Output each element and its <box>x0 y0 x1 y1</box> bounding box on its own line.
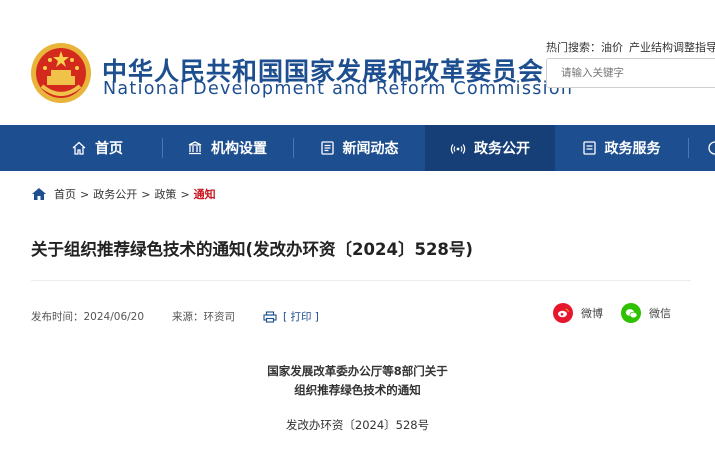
nav-item-services[interactable]: 政务服务 <box>556 125 686 171</box>
nav-item-label: 新闻动态 <box>342 141 399 157</box>
nav-item-government-affairs[interactable]: 政务公开 <box>425 125 555 171</box>
national-emblem-icon[interactable] <box>30 42 92 104</box>
print-button[interactable]: [ 打印 ] <box>263 309 319 324</box>
breadcrumb: 首页 > 政务公开 > 政策 > 通知 <box>31 186 216 202</box>
document-heading-line1: 国家发展改革委办公厅等8部门关于 <box>267 364 448 378</box>
document-heading-line2: 组织推荐绿色技术的通知 <box>294 383 421 397</box>
breadcrumb-link[interactable]: 政务公开 <box>93 186 137 202</box>
breadcrumb-separator: > <box>180 187 190 201</box>
home-icon <box>72 141 86 155</box>
nav-item-label: 政务服务 <box>604 141 661 157</box>
breadcrumb-link[interactable]: 政策 <box>154 186 176 202</box>
article-title: 关于组织推荐绿色技术的通知(发改办环资〔2024〕528号) <box>31 240 473 259</box>
broadcast-icon <box>450 144 466 154</box>
home-icon[interactable] <box>31 187 47 201</box>
site-header: 中华人民共和国国家发展和改革委员会 National Development a… <box>0 0 715 125</box>
weibo-icon <box>553 303 573 323</box>
share-weibo-button[interactable]: 微博 <box>553 303 603 323</box>
wechat-icon <box>621 303 641 323</box>
nav-item-label: 首页 <box>95 141 123 157</box>
site-title-en[interactable]: National Development and Reform Commissi… <box>103 79 573 99</box>
document-number: 发改办环资〔2024〕528号 <box>285 418 430 432</box>
nav-item-label: 政务公开 <box>474 141 530 157</box>
service-icon <box>582 141 596 155</box>
nav-item-organization[interactable]: 机构设置 <box>163 125 291 171</box>
printer-icon <box>263 310 277 323</box>
source-label: 来源： <box>172 311 204 323</box>
publish-label: 发布时间： <box>31 311 84 323</box>
breadcrumb-separator: > <box>80 187 90 201</box>
article-meta: 发布时间： 2024/06/20 来源： 环资司 [ 打印 ] <box>31 309 319 324</box>
building-icon <box>188 141 202 155</box>
nav-item-news[interactable]: 新闻动态 <box>294 125 424 171</box>
nav-item-home[interactable]: 首页 <box>33 125 161 171</box>
source-value: 环资司 <box>203 311 236 323</box>
nav-item-label: 机构设置 <box>211 141 267 157</box>
share-wechat-button[interactable]: 微信 <box>621 303 671 323</box>
share-weibo-label: 微博 <box>581 307 603 320</box>
search-input[interactable] <box>546 58 715 88</box>
divider <box>31 280 691 281</box>
breadcrumb-link[interactable]: 首页 <box>54 186 76 202</box>
hot-search-link[interactable]: 油价 <box>601 41 623 54</box>
share-wechat-label: 微信 <box>649 307 671 320</box>
publish-date: 2024/06/20 <box>83 310 145 323</box>
main-nav: 首页 机构设置 新闻动态 政务公开 政务服务 <box>0 125 715 171</box>
news-icon <box>320 141 334 155</box>
hot-search-link[interactable]: 产业结构调整指导目录 <box>629 41 715 54</box>
breadcrumb-separator: > <box>141 187 151 201</box>
print-label: [ 打印 ] <box>283 311 319 323</box>
hot-search-label: 热门搜索： <box>546 41 601 54</box>
more-nav-icon[interactable] <box>706 140 715 156</box>
hot-search: 热门搜索：油价产业结构调整指导目录 <box>546 39 715 55</box>
nav-divider <box>688 138 689 158</box>
breadcrumb-current[interactable]: 通知 <box>194 186 216 202</box>
